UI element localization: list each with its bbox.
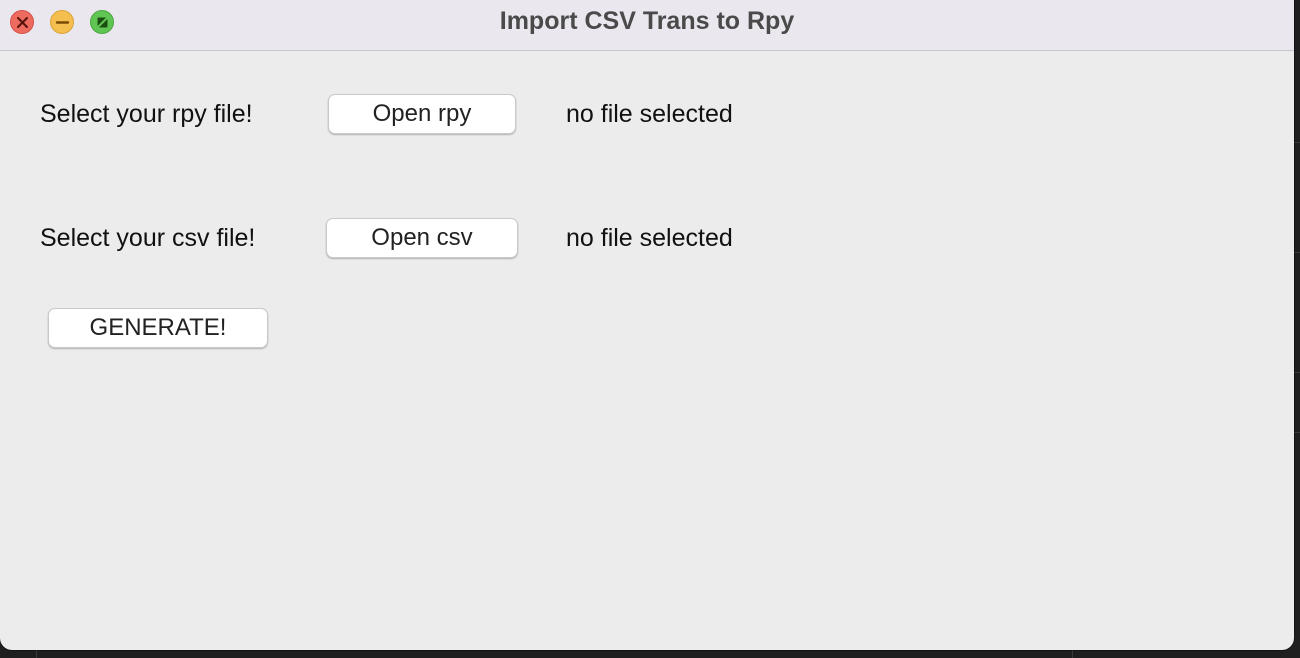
csv-status-text: no file selected: [566, 224, 733, 252]
rpy-prompt-label: Select your rpy file!: [40, 100, 253, 128]
rpy-status-text: no file selected: [566, 100, 733, 128]
generate-button[interactable]: GENERATE!: [48, 308, 268, 348]
app-window: Import CSV Trans to Rpy Select your rpy …: [0, 0, 1294, 650]
csv-prompt-label: Select your csv file!: [40, 224, 256, 252]
window-title: Import CSV Trans to Rpy: [499, 7, 795, 35]
open-rpy-button[interactable]: Open rpy: [328, 94, 516, 134]
open-csv-button[interactable]: Open csv: [326, 218, 518, 258]
title-bar[interactable]: Import CSV Trans to Rpy: [0, 0, 1294, 51]
